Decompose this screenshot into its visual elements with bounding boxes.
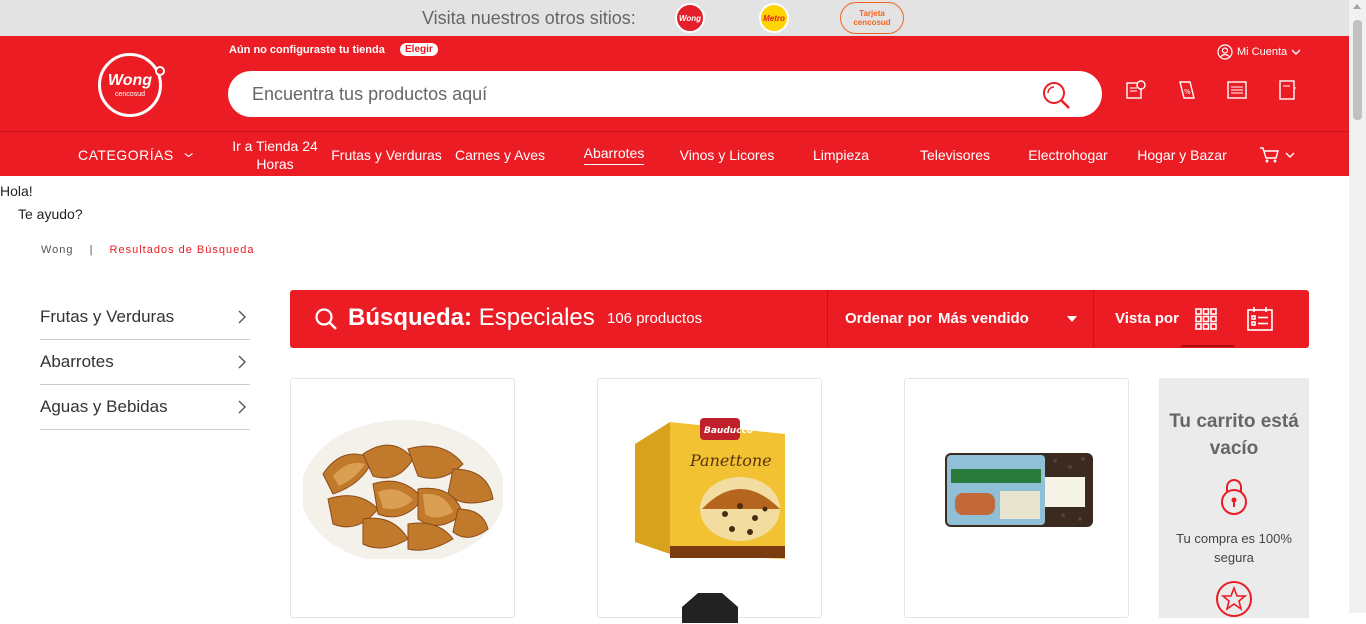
results-count: 106 productos xyxy=(607,310,703,327)
categories-label: CATEGORÍAS xyxy=(78,146,174,163)
user-icon xyxy=(1217,44,1233,60)
divider xyxy=(827,290,828,348)
search-term: Especiales xyxy=(478,304,595,331)
cencosud-card-logo[interactable]: Tarjeta cencosud xyxy=(840,2,904,34)
wong-site-logo[interactable]: Wong xyxy=(675,3,705,33)
page-scrollbar[interactable] xyxy=(1349,0,1366,613)
search-title: Búsqueda: Especiales xyxy=(348,304,595,332)
sidebar-item-abarrotes[interactable]: Abarrotes xyxy=(40,340,250,385)
search-icon[interactable] xyxy=(1042,81,1072,116)
scroll-up-arrow-icon[interactable] xyxy=(1353,4,1361,9)
product-card[interactable] xyxy=(904,378,1129,618)
nav-item-abarrotes[interactable]: Abarrotes xyxy=(570,132,658,177)
chevron-down-icon xyxy=(1291,49,1301,55)
list-icon[interactable] xyxy=(1225,78,1249,102)
choose-store-button[interactable]: Elegir xyxy=(400,43,438,56)
empty-cart-title: Tu carrito está vacío xyxy=(1169,411,1299,459)
chat-help-prompt[interactable]: Te ayudo? xyxy=(18,206,83,222)
metro-site-logo[interactable]: Metro xyxy=(759,3,789,33)
sidebar-item-aguas-bebidas[interactable]: Aguas y Bebidas xyxy=(40,385,250,430)
view-label: Vista por xyxy=(1115,310,1179,327)
product-image-panettone[interactable]: Bauducco Panettone xyxy=(630,414,790,562)
sidebar-item-frutas-verduras[interactable]: Frutas y Verduras xyxy=(40,295,250,340)
search-prefix: Búsqueda: xyxy=(348,304,473,331)
breadcrumb-current: Resultados de Búsqueda xyxy=(109,244,255,256)
product-card[interactable] xyxy=(290,378,515,618)
product-brand-text: Bauducco xyxy=(704,426,753,436)
my-account-menu[interactable]: Mi Cuenta xyxy=(1217,44,1301,60)
other-sites-bar: Visita nuestros otros sitios: Wong Metro… xyxy=(0,0,1349,36)
notebook-icon[interactable] xyxy=(1275,78,1299,102)
active-view-indicator xyxy=(1181,345,1234,347)
product-card[interactable]: Bauducco Panettone xyxy=(597,378,822,623)
other-sites-label: Visita nuestros otros sitios: xyxy=(422,8,636,28)
chevron-down-icon xyxy=(1285,152,1295,158)
nav-item-vinos-licores[interactable]: Vinos y Licores xyxy=(672,132,782,177)
receipt-search-icon[interactable] xyxy=(1124,78,1148,102)
nav-item-limpieza[interactable]: Limpieza xyxy=(800,132,882,177)
warning-octagon-icon xyxy=(682,593,738,623)
main-header: Wong cencosud Aún no configuraste tu tie… xyxy=(0,36,1349,131)
chat-greeting[interactable]: Hola! xyxy=(0,183,33,199)
chevron-right-icon xyxy=(238,310,246,324)
search-input[interactable] xyxy=(252,81,1012,107)
product-name-text: Panettone xyxy=(689,451,772,470)
nav-item-frutas-verduras[interactable]: Frutas y Verduras xyxy=(330,132,443,177)
breadcrumb-home[interactable]: Wong xyxy=(41,244,74,256)
logo-subtext: cencosud xyxy=(115,91,145,98)
sidebar-item-label: Aguas y Bebidas xyxy=(40,397,168,416)
sidebar-item-label: Abarrotes xyxy=(40,352,114,371)
sort-dropdown-arrow-icon[interactable] xyxy=(1067,316,1077,322)
secure-purchase-text: Tu compra es 100% segura xyxy=(1176,531,1292,565)
search-results-bar: Búsqueda: Especiales 106 productos Orden… xyxy=(290,290,1309,348)
coupon-icon[interactable]: % xyxy=(1175,78,1199,102)
logo-dot xyxy=(155,66,165,76)
sidebar-item-label: Frutas y Verduras xyxy=(40,307,175,326)
nav-item-hogar-bazar[interactable]: Hogar y Bazar xyxy=(1130,132,1234,177)
list-view-icon[interactable] xyxy=(1247,307,1273,331)
star-badge-icon xyxy=(1216,581,1252,617)
wong-logo[interactable]: Wong cencosud xyxy=(98,53,165,117)
grid-view-icon[interactable] xyxy=(1195,308,1217,330)
chevron-right-icon xyxy=(238,400,246,414)
cart-dropdown[interactable] xyxy=(1252,132,1302,177)
breadcrumb: Wong | Resultados de Búsqueda xyxy=(41,244,254,256)
cart-icon xyxy=(1260,146,1279,162)
lock-icon xyxy=(1221,479,1247,515)
main-navigation: CATEGORÍAS Ir a Tienda 24 Horas Frutas y… xyxy=(0,131,1349,176)
search-bar[interactable] xyxy=(228,71,1102,117)
nav-item-electrohogar[interactable]: Electrohogar xyxy=(1020,132,1116,177)
sort-label: Ordenar por xyxy=(845,310,932,327)
breadcrumb-separator: | xyxy=(89,244,94,256)
chevron-down-icon xyxy=(184,152,193,157)
nav-item-carnes-aves[interactable]: Carnes y Aves xyxy=(450,132,550,177)
product-image-potato-wedges[interactable] xyxy=(303,414,503,559)
divider xyxy=(1093,290,1094,348)
nav-item-tienda-24-horas[interactable]: Ir a Tienda 24 Horas xyxy=(226,132,324,177)
store-not-set-message: Aún no configuraste tu tienda xyxy=(229,44,385,56)
logo-text: Wong xyxy=(107,72,153,89)
nav-item-televisores[interactable]: Televisores xyxy=(908,132,1002,177)
search-icon xyxy=(315,308,337,330)
scrollbar-thumb[interactable] xyxy=(1353,20,1362,120)
categories-dropdown[interactable]: CATEGORÍAS xyxy=(78,132,193,177)
product-image-rye-bread[interactable] xyxy=(945,449,1093,531)
chevron-right-icon xyxy=(238,355,246,369)
my-account-label: Mi Cuenta xyxy=(1237,46,1288,58)
svg-text:%: % xyxy=(1184,88,1191,96)
mini-cart-panel: Tu carrito está vacío Tu compra es 100% … xyxy=(1159,378,1309,618)
sort-select[interactable]: Más vendido xyxy=(938,310,1029,327)
